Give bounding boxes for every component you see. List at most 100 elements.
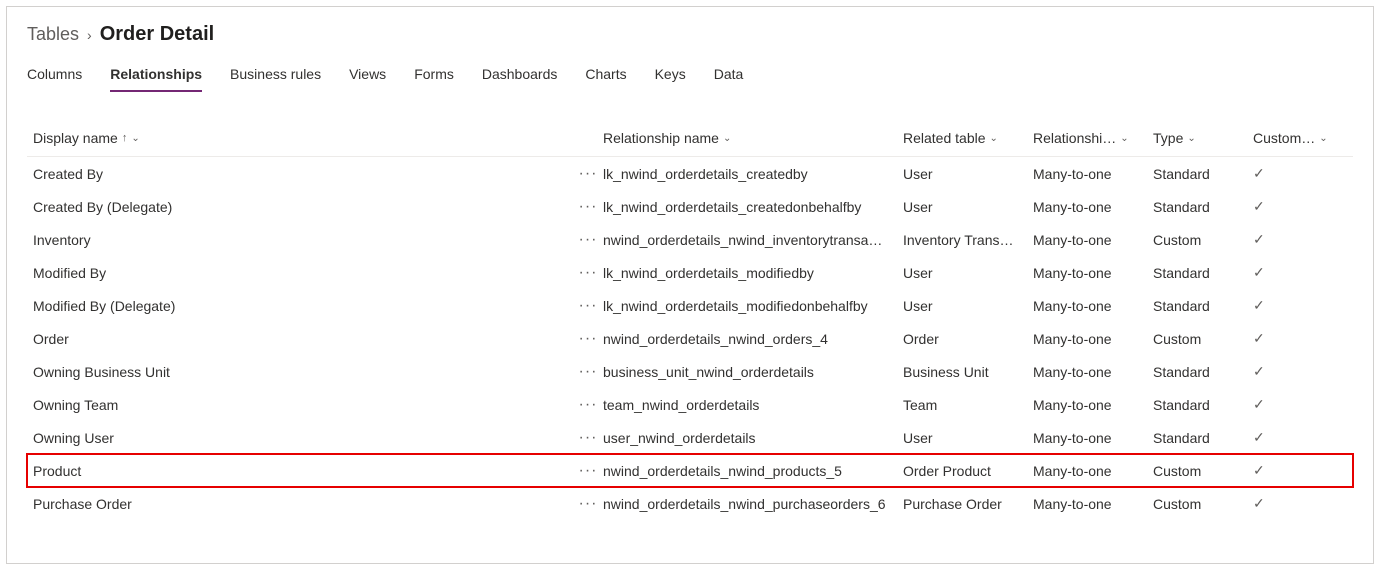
table-row[interactable]: Owning Business Unit···business_unit_nwi… bbox=[27, 355, 1353, 388]
relationships-table: Display name ↑ ⌄ Relationship name ⌄ Rel… bbox=[27, 120, 1353, 520]
table-row[interactable]: Order···nwind_orderdetails_nwind_orders_… bbox=[27, 322, 1353, 355]
table-row[interactable]: Owning User···user_nwind_orderdetailsUse… bbox=[27, 421, 1353, 454]
tab-charts[interactable]: Charts bbox=[585, 60, 626, 92]
cell-display-name: Owning Team bbox=[33, 397, 573, 413]
cell-display-name: Modified By (Delegate) bbox=[33, 298, 573, 314]
cell-related-table: User bbox=[903, 298, 1033, 314]
table-row[interactable]: Modified By (Delegate)···lk_nwind_orderd… bbox=[27, 289, 1353, 322]
table-row[interactable]: Product···nwind_orderdetails_nwind_produ… bbox=[27, 454, 1353, 487]
cell-type: Standard bbox=[1153, 166, 1253, 182]
tab-dashboards[interactable]: Dashboards bbox=[482, 60, 558, 92]
cell-related-table: Inventory Trans… bbox=[903, 232, 1033, 248]
table-panel: Tables › Order Detail Columns Relationshi… bbox=[6, 6, 1374, 564]
more-icon[interactable]: ··· bbox=[573, 466, 603, 476]
col-related-table[interactable]: Related table ⌄ bbox=[903, 130, 1033, 146]
chevron-down-icon: ⌄ bbox=[990, 133, 998, 144]
check-icon: ✓ bbox=[1253, 165, 1333, 182]
tab-forms[interactable]: Forms bbox=[414, 60, 454, 92]
col-display-name[interactable]: Display name ↑ ⌄ bbox=[33, 130, 573, 146]
cell-relationship-name: user_nwind_orderdetails bbox=[603, 430, 903, 446]
more-icon[interactable]: ··· bbox=[573, 235, 603, 245]
cell-type: Custom bbox=[1153, 232, 1253, 248]
col-label: Relationship name bbox=[603, 130, 719, 146]
chevron-down-icon: ⌄ bbox=[1319, 133, 1327, 144]
cell-relationship-name: nwind_orderdetails_nwind_purchaseorders_… bbox=[603, 496, 903, 512]
table-row[interactable]: Created By (Delegate)···lk_nwind_orderde… bbox=[27, 190, 1353, 223]
tab-business-rules[interactable]: Business rules bbox=[230, 60, 321, 92]
col-relationship-name[interactable]: Relationship name ⌄ bbox=[603, 130, 903, 146]
cell-display-name: Purchase Order bbox=[33, 496, 573, 512]
tab-data[interactable]: Data bbox=[714, 60, 744, 92]
more-icon[interactable]: ··· bbox=[573, 301, 603, 311]
chevron-down-icon: ⌄ bbox=[723, 133, 731, 144]
sort-asc-icon: ↑ bbox=[122, 132, 128, 144]
table-row[interactable]: Owning Team···team_nwind_orderdetailsTea… bbox=[27, 388, 1353, 421]
breadcrumb: Tables › Order Detail bbox=[27, 23, 1353, 46]
cell-display-name: Order bbox=[33, 331, 573, 347]
breadcrumb-parent[interactable]: Tables bbox=[27, 24, 79, 45]
cell-relationship-type: Many-to-one bbox=[1033, 430, 1153, 446]
more-icon[interactable]: ··· bbox=[573, 268, 603, 278]
cell-relationship-type: Many-to-one bbox=[1033, 232, 1153, 248]
cell-relationship-type: Many-to-one bbox=[1033, 166, 1153, 182]
col-relationship-type[interactable]: Relationshi… ⌄ bbox=[1033, 130, 1153, 146]
table-row[interactable]: Purchase Order···nwind_orderdetails_nwin… bbox=[27, 487, 1353, 520]
cell-relationship-name: lk_nwind_orderdetails_createdby bbox=[603, 166, 903, 182]
tab-columns[interactable]: Columns bbox=[27, 60, 82, 92]
cell-related-table: User bbox=[903, 430, 1033, 446]
more-icon[interactable]: ··· bbox=[573, 367, 603, 377]
col-type[interactable]: Type ⌄ bbox=[1153, 130, 1253, 146]
table-header-row: Display name ↑ ⌄ Relationship name ⌄ Rel… bbox=[27, 120, 1353, 157]
cell-type: Custom bbox=[1153, 331, 1253, 347]
table-row[interactable]: Created By···lk_nwind_orderdetails_creat… bbox=[27, 157, 1353, 190]
more-icon[interactable]: ··· bbox=[573, 202, 603, 212]
more-icon[interactable]: ··· bbox=[573, 169, 603, 179]
table-body: Created By···lk_nwind_orderdetails_creat… bbox=[27, 157, 1353, 520]
more-icon[interactable]: ··· bbox=[573, 334, 603, 344]
col-customizable[interactable]: Custom… ⌄ bbox=[1253, 130, 1333, 146]
cell-relationship-name: nwind_orderdetails_nwind_orders_4 bbox=[603, 331, 903, 347]
check-icon: ✓ bbox=[1253, 198, 1333, 215]
chevron-down-icon: ⌄ bbox=[131, 133, 139, 144]
check-icon: ✓ bbox=[1253, 429, 1333, 446]
cell-relationship-name: nwind_orderdetails_nwind_products_5 bbox=[603, 463, 903, 479]
cell-related-table: Purchase Order bbox=[903, 496, 1033, 512]
tab-relationships[interactable]: Relationships bbox=[110, 60, 202, 92]
table-row[interactable]: Modified By···lk_nwind_orderdetails_modi… bbox=[27, 256, 1353, 289]
cell-related-table: Team bbox=[903, 397, 1033, 413]
cell-type: Standard bbox=[1153, 298, 1253, 314]
chevron-right-icon: › bbox=[87, 27, 92, 43]
col-label: Related table bbox=[903, 130, 986, 146]
cell-relationship-name: team_nwind_orderdetails bbox=[603, 397, 903, 413]
more-icon[interactable]: ··· bbox=[573, 499, 603, 509]
check-icon: ✓ bbox=[1253, 231, 1333, 248]
check-icon: ✓ bbox=[1253, 264, 1333, 281]
cell-relationship-name: lk_nwind_orderdetails_modifiedonbehalfby bbox=[603, 298, 903, 314]
cell-related-table: Business Unit bbox=[903, 364, 1033, 380]
cell-relationship-type: Many-to-one bbox=[1033, 496, 1153, 512]
more-icon[interactable]: ··· bbox=[573, 400, 603, 410]
col-label: Type bbox=[1153, 130, 1183, 146]
check-icon: ✓ bbox=[1253, 396, 1333, 413]
cell-type: Standard bbox=[1153, 430, 1253, 446]
cell-type: Standard bbox=[1153, 364, 1253, 380]
tab-keys[interactable]: Keys bbox=[655, 60, 686, 92]
table-row[interactable]: Inventory···nwind_orderdetails_nwind_inv… bbox=[27, 223, 1353, 256]
cell-relationship-type: Many-to-one bbox=[1033, 265, 1153, 281]
check-icon: ✓ bbox=[1253, 297, 1333, 314]
cell-relationship-name: lk_nwind_orderdetails_modifiedby bbox=[603, 265, 903, 281]
cell-display-name: Created By bbox=[33, 166, 573, 182]
col-label: Relationshi… bbox=[1033, 130, 1116, 146]
check-icon: ✓ bbox=[1253, 462, 1333, 479]
cell-related-table: User bbox=[903, 265, 1033, 281]
tab-views[interactable]: Views bbox=[349, 60, 386, 92]
check-icon: ✓ bbox=[1253, 330, 1333, 347]
cell-display-name: Inventory bbox=[33, 232, 573, 248]
col-label: Custom… bbox=[1253, 130, 1315, 146]
check-icon: ✓ bbox=[1253, 495, 1333, 512]
chevron-down-icon: ⌄ bbox=[1187, 133, 1195, 144]
cell-relationship-type: Many-to-one bbox=[1033, 364, 1153, 380]
cell-display-name: Product bbox=[33, 463, 573, 479]
cell-display-name: Owning User bbox=[33, 430, 573, 446]
more-icon[interactable]: ··· bbox=[573, 433, 603, 443]
